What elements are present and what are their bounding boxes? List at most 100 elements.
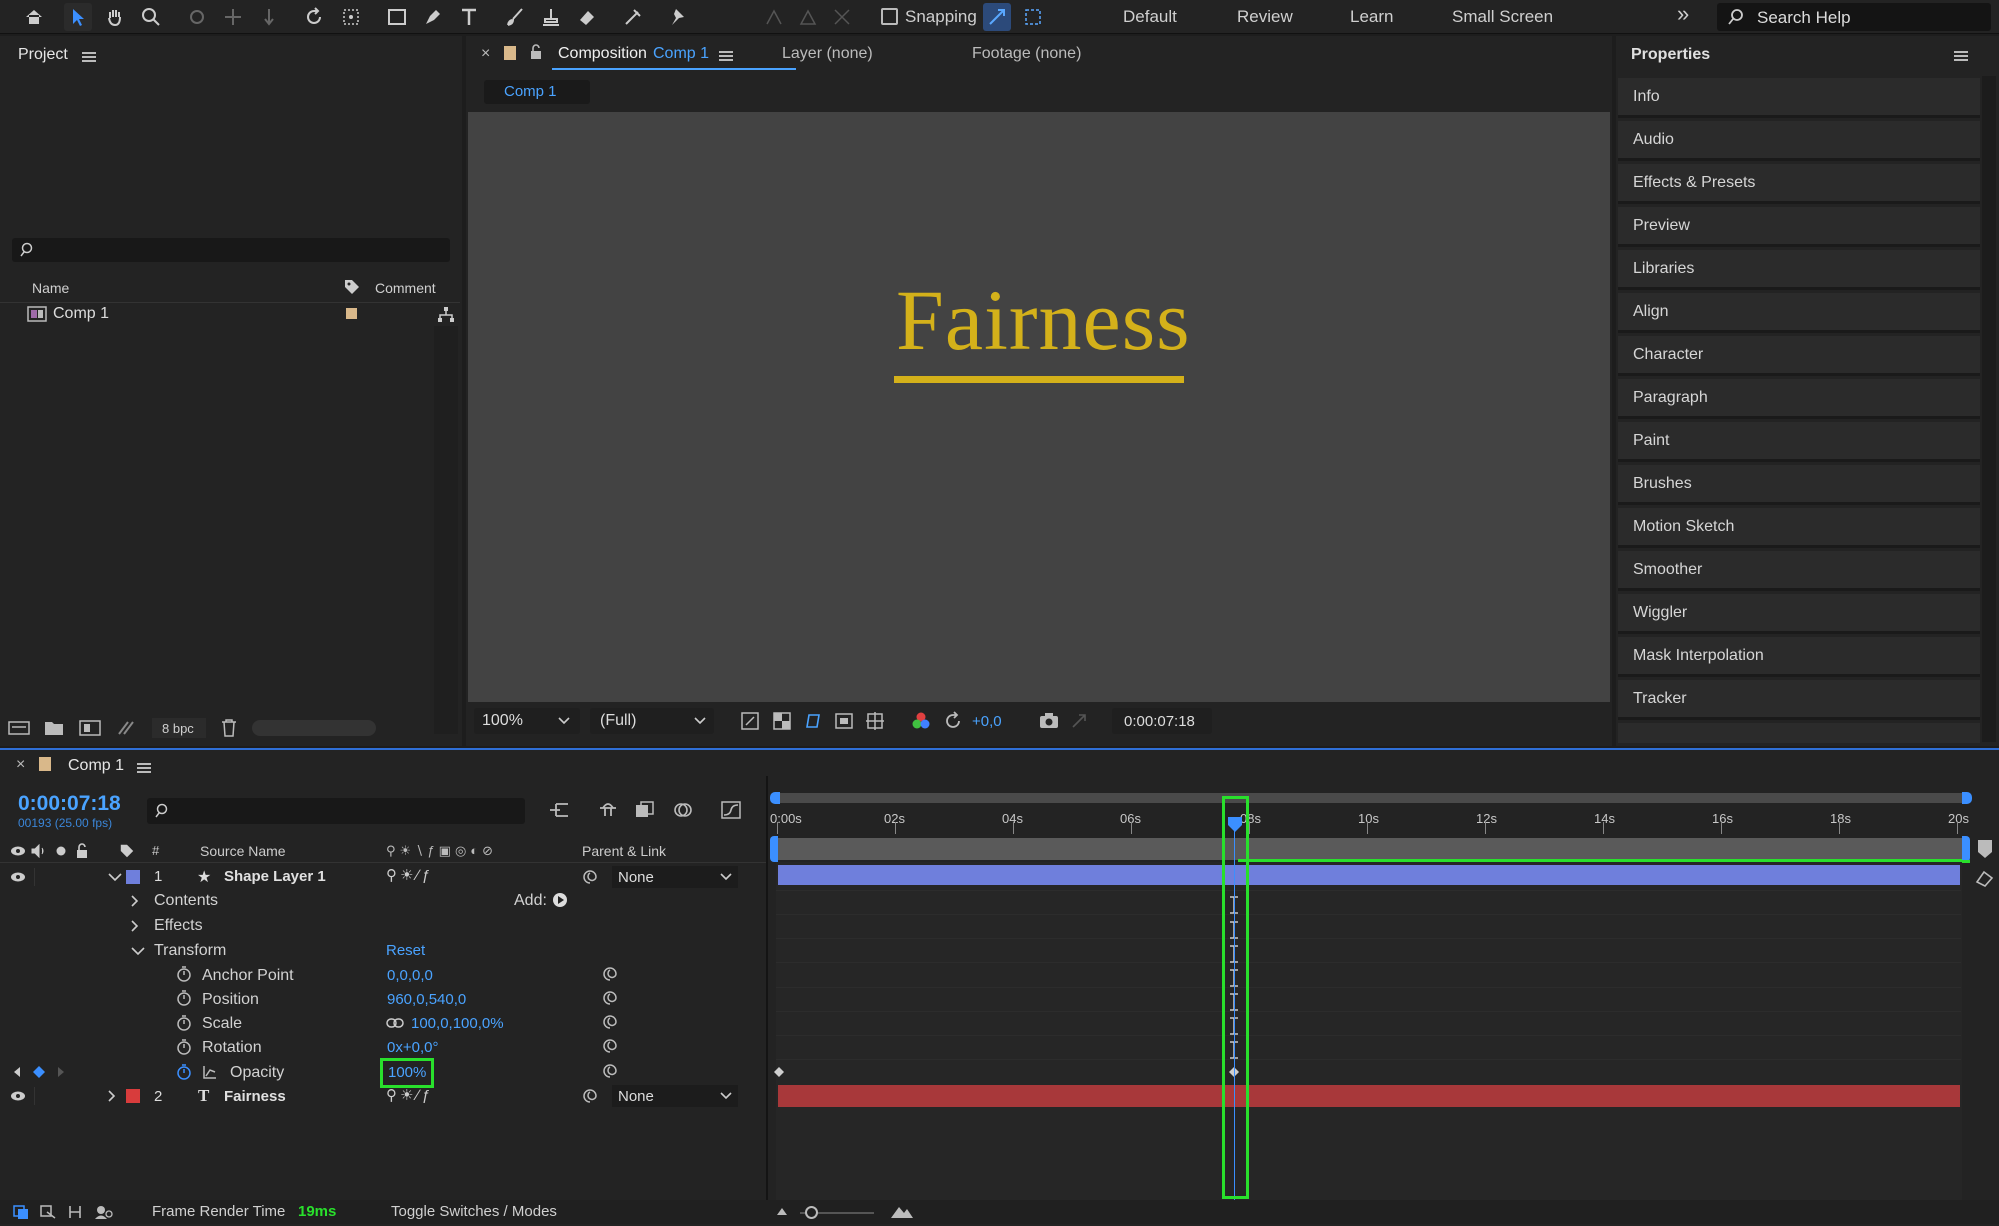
project-col-name[interactable]: Name — [32, 280, 69, 296]
puppet-pin-icon[interactable] — [663, 3, 691, 31]
opacity-stopwatch-active-icon[interactable] — [176, 1064, 192, 1080]
constrain-proportions-link-icon[interactable] — [386, 1018, 404, 1028]
transparency-grid-icon[interactable] — [772, 711, 792, 731]
timeline-splitter[interactable] — [766, 776, 768, 1200]
properties-item-mask-interpolation[interactable]: Mask Interpolation — [1618, 637, 1980, 677]
position-value[interactable]: 960,0,540,0 — [387, 991, 466, 1008]
layer-tracks-area[interactable] — [776, 862, 1962, 1200]
workspace-overflow-icon[interactable]: » — [1677, 1, 1689, 27]
anchor-point-stopwatch-icon[interactable] — [176, 966, 192, 982]
clone-stamp-icon[interactable] — [537, 3, 565, 31]
reset-exposure-icon[interactable] — [943, 711, 963, 731]
properties-item-align[interactable]: Align — [1618, 293, 1980, 333]
layer2-parent-dropdown[interactable]: None — [612, 1085, 738, 1107]
opacity-pickwhip-icon[interactable] — [602, 1063, 618, 1079]
scale-value[interactable]: 100,0,100,0% — [411, 1015, 504, 1032]
anchor-point-value[interactable]: 0,0,0,0 — [387, 967, 433, 984]
snapping-checkbox[interactable] — [881, 8, 898, 25]
fast-previews-icon[interactable] — [740, 711, 760, 731]
properties-menu-icon[interactable] — [1954, 51, 1968, 61]
trash-icon[interactable] — [220, 718, 238, 738]
work-area-bar[interactable] — [776, 838, 1962, 860]
composition-tab-comp-name[interactable]: Comp 1 — [653, 45, 709, 63]
properties-item-paint[interactable]: Paint — [1618, 422, 1980, 462]
exposure-value[interactable]: +0,0 — [972, 713, 1002, 730]
properties-item-libraries[interactable]: Libraries — [1618, 250, 1980, 290]
axis-local-icon[interactable] — [760, 3, 788, 31]
timeline-menu-icon[interactable] — [137, 763, 151, 773]
new-folder-icon[interactable] — [44, 719, 64, 737]
workspace-small-screen[interactable]: Small Screen — [1452, 7, 1553, 27]
layer1-switches-icons[interactable]: ⚲☀∕ƒ — [386, 866, 433, 884]
workspace-default[interactable]: Default — [1123, 7, 1177, 27]
project-search-input[interactable] — [12, 238, 450, 262]
time-navigator-end-handle[interactable] — [1962, 792, 1972, 804]
grid-guides-icon[interactable] — [865, 711, 885, 731]
properties-item-motion-sketch[interactable]: Motion Sketch — [1618, 508, 1980, 548]
opacity-value[interactable]: 100% — [388, 1064, 426, 1081]
interpret-footage-icon[interactable] — [8, 719, 30, 737]
layer2-name[interactable]: Fairness — [224, 1088, 286, 1105]
selection-tool-icon[interactable] — [64, 3, 92, 31]
graph-editor-icon[interactable] — [720, 800, 742, 820]
anchor-point-pickwhip-icon[interactable] — [602, 966, 618, 982]
layer1-switch-cells[interactable] — [34, 868, 84, 886]
composition-mini-flowchart-icon[interactable] — [548, 800, 570, 820]
layer2-switches-icons[interactable]: ⚲☀∕ƒ — [386, 1086, 433, 1104]
timeline-current-time[interactable]: 0:00:07:18 — [18, 792, 121, 816]
lock-icon[interactable] — [529, 44, 543, 60]
properties-item-tracker[interactable]: Tracker — [1618, 680, 1980, 720]
orbit-camera-icon[interactable] — [183, 3, 211, 31]
zoom-out-mountain-icon[interactable] — [776, 1206, 788, 1216]
axis-view-icon[interactable] — [828, 3, 856, 31]
workspace-review[interactable]: Review — [1237, 7, 1293, 27]
shy-layers-icon[interactable] — [597, 800, 619, 820]
transform-reset-link[interactable]: Reset — [386, 942, 425, 959]
snap-features-icon[interactable] — [1019, 3, 1047, 31]
scale-stopwatch-icon[interactable] — [176, 1015, 192, 1031]
show-snapshot-icon[interactable] — [1069, 711, 1091, 731]
mask-visibility-icon[interactable] — [803, 711, 823, 731]
rectangle-tool-icon[interactable] — [383, 3, 411, 31]
dolly-camera-icon[interactable] — [255, 3, 283, 31]
position-stopwatch-icon[interactable] — [176, 990, 192, 1006]
region-of-interest-icon[interactable] — [834, 711, 854, 731]
layer1-label-color[interactable] — [126, 870, 140, 884]
home-icon[interactable] — [20, 3, 48, 31]
comp-sub-tab[interactable]: Comp 1 — [484, 80, 590, 104]
timeline-zoom-slider-thumb[interactable] — [805, 1206, 818, 1219]
composition-close-icon[interactable]: × — [481, 45, 490, 63]
thumbnail-size-slider[interactable] — [252, 720, 376, 736]
footage-tab[interactable]: Footage (none) — [972, 45, 1081, 63]
frame-blending-icon[interactable] — [634, 800, 656, 820]
viewer-timecode[interactable]: 0:00:07:18 — [1112, 708, 1212, 734]
brush-tool-icon[interactable] — [501, 3, 529, 31]
pan-camera-icon[interactable] — [219, 3, 247, 31]
layer2-visibility-icon[interactable] — [10, 1090, 26, 1102]
layer1-duration-bar[interactable] — [778, 865, 1960, 885]
new-composition-icon[interactable] — [79, 719, 101, 737]
properties-item-paragraph[interactable]: Paragraph — [1618, 379, 1980, 419]
snap-edges-icon[interactable] — [983, 3, 1011, 31]
search-help-field[interactable]: Search Help — [1717, 3, 1991, 31]
workspace-learn[interactable]: Learn — [1350, 7, 1393, 27]
project-item-comp1[interactable]: Comp 1 — [53, 305, 109, 323]
pan-behind-icon[interactable] — [337, 3, 365, 31]
properties-scrollbar[interactable] — [1982, 76, 1996, 742]
time-navigator-start-handle[interactable] — [770, 792, 780, 804]
opacity-graph-icon[interactable] — [202, 1064, 218, 1080]
resolution-dropdown[interactable]: (Full) — [590, 708, 714, 734]
properties-item-effects-presets[interactable]: Effects & Presets — [1618, 164, 1980, 204]
layer-switches-toggle-icon[interactable] — [12, 1204, 30, 1220]
project-settings-icon[interactable] — [116, 719, 138, 737]
project-menu-icon[interactable] — [82, 52, 96, 62]
parent-link-header[interactable]: Parent & Link — [582, 843, 666, 859]
transfer-controls-toggle-icon[interactable] — [39, 1204, 57, 1220]
properties-item-smoother[interactable]: Smoother — [1618, 551, 1980, 591]
rotation-pickwhip-icon[interactable] — [602, 1038, 618, 1054]
label-tag-icon[interactable] — [343, 278, 361, 296]
add-menu-play-icon[interactable] — [552, 892, 568, 908]
pen-tool-icon[interactable] — [419, 3, 447, 31]
opacity-keyframe-start[interactable] — [773, 1066, 785, 1078]
comp-button-icon[interactable] — [1974, 868, 1996, 888]
